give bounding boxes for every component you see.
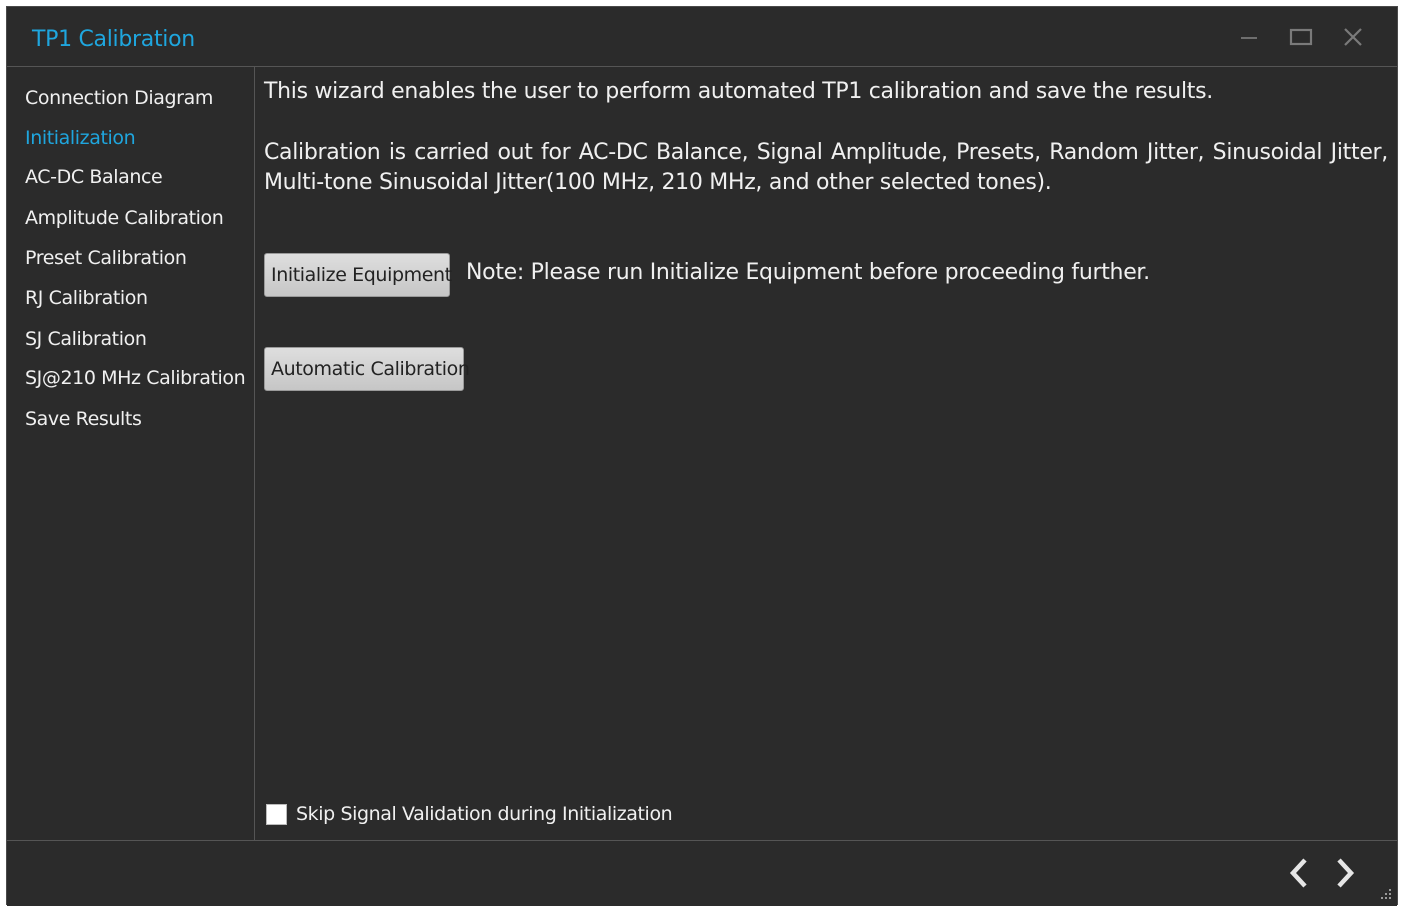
next-step-button[interactable]	[1330, 855, 1360, 891]
step-sj-calibration[interactable]: SJ Calibration	[25, 328, 147, 350]
close-button[interactable]	[1335, 21, 1371, 53]
step-sj210-calibration[interactable]: SJ@210 MHz Calibration	[25, 367, 246, 389]
automatic-calibration-button[interactable]: Automatic Calibration	[264, 347, 470, 391]
title-bar[interactable]: TP1 Calibration	[7, 7, 1397, 67]
calibration-window: TP1 Calibration Connection Diagram Initi…	[6, 6, 1398, 906]
step-preset-calibration[interactable]: Preset Calibration	[25, 247, 187, 269]
intro-text: This wizard enables the user to perform …	[264, 79, 1213, 104]
step-initialization[interactable]: Initialization	[25, 127, 136, 149]
skip-validation-option[interactable]: Skip Signal Validation during Initializa…	[266, 803, 673, 825]
description-text: Calibration is carried out for AC-DC Bal…	[264, 140, 1388, 195]
chevron-left-icon	[1289, 858, 1307, 888]
chevron-right-icon	[1337, 858, 1355, 888]
wizard-footer	[7, 840, 1397, 906]
step-connection-diagram[interactable]: Connection Diagram	[25, 87, 213, 109]
maximize-button[interactable]	[1283, 21, 1319, 53]
minimize-button[interactable]	[1231, 21, 1267, 53]
step-ac-dc-balance[interactable]: AC-DC Balance	[25, 166, 163, 188]
minimize-icon	[1241, 37, 1257, 39]
resize-grip-icon[interactable]	[1377, 885, 1393, 901]
close-icon	[1344, 28, 1362, 46]
maximize-icon	[1289, 28, 1313, 46]
step-amplitude-calibration[interactable]: Amplitude Calibration	[25, 207, 224, 229]
previous-step-button[interactable]	[1284, 855, 1314, 891]
skip-validation-checkbox[interactable]	[266, 803, 287, 825]
wizard-step-list: Connection Diagram Initialization AC-DC …	[7, 67, 255, 840]
initialize-note: Note: Please run Initialize Equipment be…	[466, 260, 1150, 285]
step-content-panel: This wizard enables the user to perform …	[256, 67, 1397, 840]
step-rj-calibration[interactable]: RJ Calibration	[25, 287, 148, 309]
skip-validation-label[interactable]: Skip Signal Validation during Initializa…	[296, 803, 673, 825]
initialize-equipment-button[interactable]: Initialize Equipment	[264, 253, 452, 297]
step-save-results[interactable]: Save Results	[25, 408, 142, 430]
window-title: TP1 Calibration	[32, 27, 195, 52]
